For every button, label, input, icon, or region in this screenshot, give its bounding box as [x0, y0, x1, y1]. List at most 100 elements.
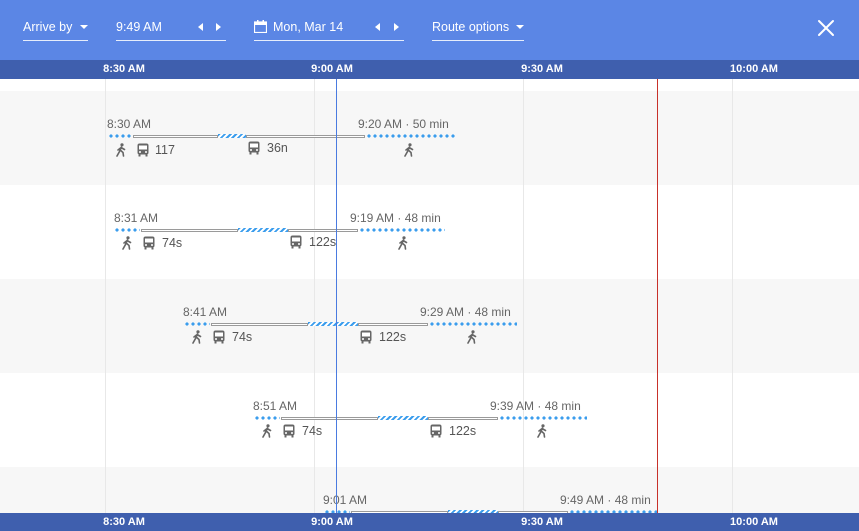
bus-line-label: 122s: [449, 424, 477, 438]
previous-time-icon[interactable]: [198, 23, 203, 31]
bus-icon: [213, 330, 225, 344]
axis-tick: 10:00 AM: [730, 516, 778, 528]
axis-tick: 10:00 AM: [730, 63, 778, 75]
walk-icon: [398, 236, 408, 250]
current-time-marker: [336, 79, 337, 513]
transit-segment: [428, 417, 498, 420]
transit-segment: [281, 417, 378, 420]
axis-tick: 9:30 AM: [521, 516, 563, 528]
walk-segment: [359, 228, 445, 232]
date-value: Mon, Mar 14: [273, 20, 344, 34]
axis-tick: 9:00 AM: [311, 63, 353, 75]
bus-icon: [290, 235, 302, 249]
separator-dot: ·: [537, 399, 542, 413]
date-field[interactable]: Mon, Mar 14: [254, 14, 404, 41]
axis-tick: 8:30 AM: [103, 63, 145, 75]
time-axis-bottom: 8:30 AM 9:00 AM 9:30 AM 10:00 AM: [0, 513, 859, 531]
route-option-5[interactable]: 9:01 AM 9:49 AM · 48 min: [0, 467, 859, 513]
departure-time: 8:41 AM: [183, 305, 228, 319]
departure-time: 9:01 AM: [323, 493, 368, 507]
trip-duration: 48 min: [544, 399, 581, 413]
route-options-label: Route options: [432, 20, 510, 34]
walk-segment: [184, 322, 210, 326]
arrive-by-dropdown[interactable]: Arrive by: [23, 14, 88, 41]
route-option-4[interactable]: 8:51 AM 9:39 AM · 48 min 74s 122s: [0, 373, 859, 467]
chevron-down-icon: [80, 25, 88, 29]
trip-duration: 50 min: [412, 117, 449, 131]
arrival-summary: 9:29 AM · 48 min: [420, 305, 511, 319]
walk-icon: [467, 330, 477, 344]
walk-segment: [114, 228, 140, 232]
bus-icon: [137, 143, 149, 157]
transfer-segment: [238, 228, 288, 232]
bus-icon: [248, 141, 260, 155]
departure-time: 8:31 AM: [114, 211, 159, 225]
transit-segment: [133, 135, 218, 138]
next-time-icon[interactable]: [216, 23, 221, 31]
directions-toolbar: Arrive by 9:49 AM Mon, Mar 14 Route opti…: [0, 0, 859, 60]
axis-tick: 8:30 AM: [103, 516, 145, 528]
separator-dot: ·: [607, 493, 612, 507]
bus-line-label: 74s: [302, 424, 323, 438]
walk-icon: [116, 143, 126, 157]
route-option-1[interactable]: 8:30 AM 9:20 AM · 50 min 117 36n: [0, 91, 859, 185]
arrival-time: 9:19 AM: [350, 211, 395, 225]
walk-icon: [262, 424, 272, 438]
bus-icon: [143, 236, 155, 250]
bus-line-label: 74s: [232, 330, 253, 344]
next-date-icon[interactable]: [394, 23, 399, 31]
bus-icon: [360, 330, 372, 344]
arrive-by-marker: [657, 79, 658, 513]
bus-line-label: 36n: [267, 141, 288, 155]
separator-dot: ·: [405, 117, 410, 131]
arrive-by-label: Arrive by: [23, 20, 73, 34]
route-option-2[interactable]: 8:31 AM 9:19 AM · 48 min 74s 122s: [0, 185, 859, 279]
walk-segment: [254, 416, 280, 420]
bus-icon: [283, 424, 295, 438]
trip-duration: 48 min: [474, 305, 511, 319]
close-icon[interactable]: [814, 16, 838, 40]
bus-line-label: 117: [155, 143, 175, 157]
departure-time: 8:30 AM: [107, 117, 152, 131]
transit-segment: [288, 229, 358, 232]
axis-tick: 9:30 AM: [521, 63, 563, 75]
trip-duration: 48 min: [404, 211, 441, 225]
transit-segment: [358, 323, 428, 326]
departure-time: 8:51 AM: [253, 399, 298, 413]
walk-icon: [537, 424, 547, 438]
transit-segment: [141, 229, 238, 232]
route-option-3[interactable]: 8:41 AM 9:29 AM · 48 min 74s 122s: [0, 279, 859, 373]
walk-segment: [366, 134, 456, 138]
transfer-segment: [308, 322, 358, 326]
time-value: 9:49 AM: [116, 20, 162, 34]
bus-line-label: 74s: [162, 236, 183, 250]
transfer-segment: [378, 416, 428, 420]
arrival-summary: 9:19 AM · 48 min: [350, 211, 441, 225]
separator-dot: ·: [467, 305, 472, 319]
transfer-segment: [218, 134, 246, 138]
walk-segment: [108, 134, 132, 138]
arrival-time: 9:20 AM: [358, 117, 403, 131]
walk-icon: [404, 143, 414, 157]
arrival-time: 9:49 AM: [560, 493, 605, 507]
bus-icon: [430, 424, 442, 438]
calendar-icon: [254, 20, 267, 33]
walk-segment: [429, 322, 517, 326]
walk-icon: [122, 236, 132, 250]
walk-icon: [192, 330, 202, 344]
bus-line-label: 122s: [379, 330, 407, 344]
transit-segment: [246, 135, 365, 138]
time-axis-top: 8:30 AM 9:00 AM 9:30 AM 10:00 AM: [0, 60, 859, 79]
chevron-down-icon: [516, 25, 524, 29]
walk-segment: [499, 416, 587, 420]
previous-date-icon[interactable]: [375, 23, 380, 31]
axis-tick: 9:00 AM: [311, 516, 353, 528]
route-timeline[interactable]: 8:30 AM 9:20 AM · 50 min 117 36n 8:31 AM…: [0, 79, 859, 513]
arrival-time: 9:29 AM: [420, 305, 465, 319]
arrival-summary: 9:20 AM · 50 min: [358, 117, 449, 131]
trip-duration: 48 min: [614, 493, 651, 507]
route-options-dropdown[interactable]: Route options: [432, 14, 524, 41]
transit-segment: [211, 323, 308, 326]
arrival-summary: 9:39 AM · 48 min: [490, 399, 581, 413]
time-field[interactable]: 9:49 AM: [116, 14, 226, 41]
